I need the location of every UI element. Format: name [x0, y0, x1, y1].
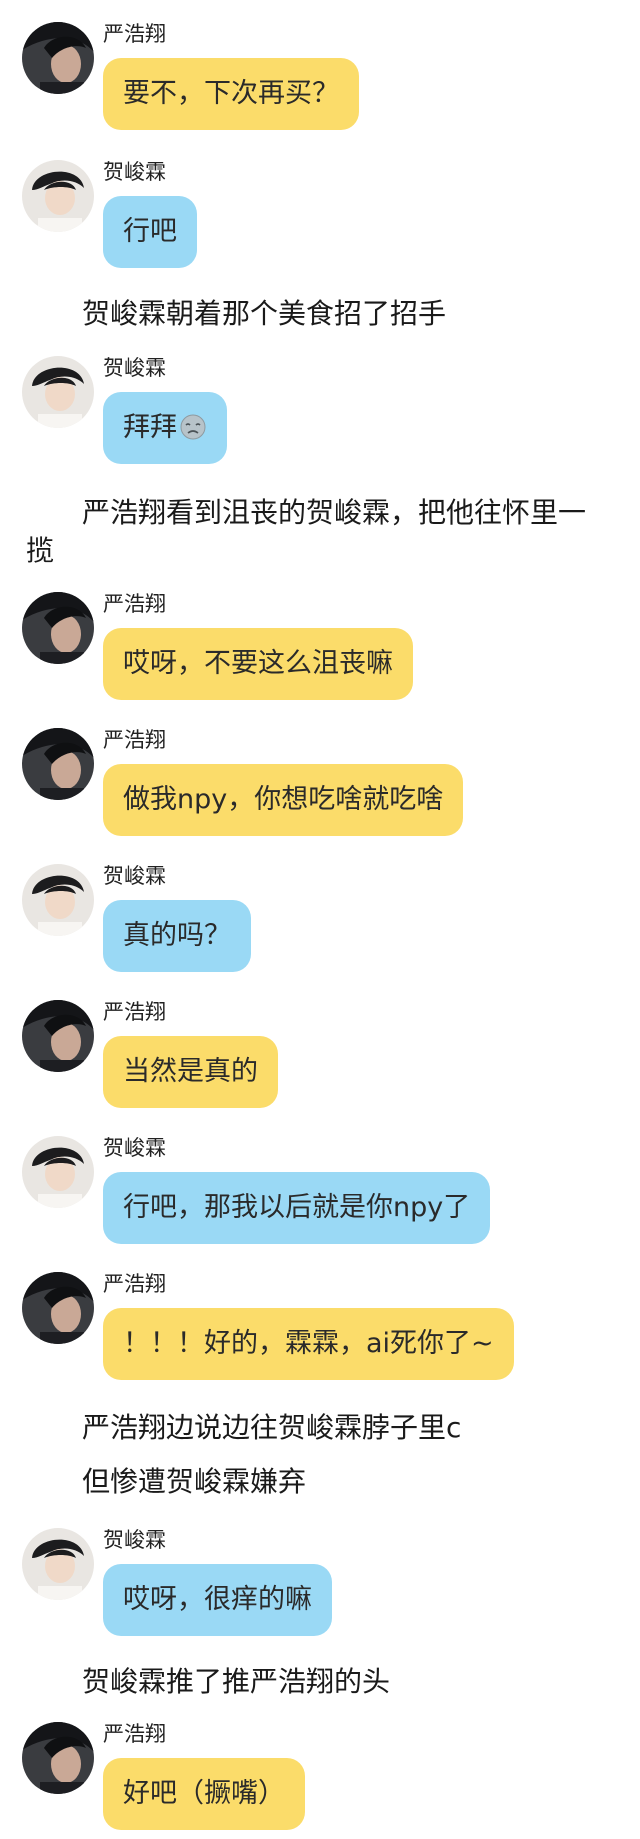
message-bubble[interactable]: 行吧，那我以后就是你npy了: [103, 1172, 491, 1244]
yan-avatar-icon[interactable]: [22, 592, 94, 664]
yan-avatar-icon[interactable]: [22, 1722, 94, 1794]
narration-text: 贺峻霖朝着那个美食招了招手: [82, 297, 447, 330]
yan-avatar-icon[interactable]: [22, 1000, 94, 1072]
narration-line: 严浩翔看到沮丧的贺峻霖，把他往怀里一: [82, 496, 587, 529]
message-bubble[interactable]: 拜拜: [103, 392, 227, 464]
sender-name: 贺峻霖: [103, 1136, 166, 1160]
sender-name: 贺峻霖: [103, 1528, 166, 1552]
narration-text: 但惨遭贺峻霖嫌弃: [82, 1465, 307, 1498]
yan-avatar-icon[interactable]: [22, 728, 94, 800]
message-bubble[interactable]: 哎呀，不要这么沮丧嘛: [103, 628, 413, 700]
narration-line: 揽: [26, 534, 55, 567]
sender-name: 严浩翔: [103, 1272, 166, 1296]
sender-name: 严浩翔: [103, 1000, 166, 1024]
message-bubble[interactable]: 真的吗？: [103, 900, 251, 972]
he-avatar-icon[interactable]: [22, 1528, 94, 1600]
message-bubble[interactable]: 好吧（撅嘴）: [103, 1758, 305, 1830]
sender-name: 严浩翔: [103, 1722, 166, 1746]
sender-name: 贺峻霖: [103, 160, 166, 184]
message-bubble[interactable]: ！！！好的，霖霖，ai死你了~: [103, 1308, 514, 1380]
sender-name: 严浩翔: [103, 592, 166, 616]
message-bubble[interactable]: 做我npy，你想吃啥就吃啥: [103, 764, 464, 836]
sender-name: 贺峻霖: [103, 356, 166, 380]
yan-avatar-icon[interactable]: [22, 22, 94, 94]
he-avatar-icon[interactable]: [22, 864, 94, 936]
chat-log[interactable]: 严浩翔 要不，下次再买？ 贺峻霖 行吧 贺峻霖朝着那个美食招了招手 贺峻霖 拜拜…: [0, 0, 640, 1839]
sender-name: 严浩翔: [103, 728, 166, 752]
sender-name: 贺峻霖: [103, 864, 166, 888]
sad-face-icon: [179, 397, 207, 440]
he-avatar-icon[interactable]: [22, 1136, 94, 1208]
message-bubble[interactable]: 当然是真的: [103, 1036, 278, 1108]
he-avatar-icon[interactable]: [22, 356, 94, 428]
yan-avatar-icon[interactable]: [22, 1272, 94, 1344]
narration-text: 严浩翔看到沮丧的贺峻霖，把他往怀里一 揽: [26, 494, 626, 570]
he-avatar-icon[interactable]: [22, 160, 94, 232]
sender-name: 严浩翔: [103, 22, 166, 46]
message-bubble[interactable]: 行吧: [103, 196, 197, 268]
message-bubble[interactable]: 哎呀，很痒的嘛: [103, 1564, 332, 1636]
message-text: 拜拜: [123, 412, 177, 443]
message-bubble[interactable]: 要不，下次再买？: [103, 58, 359, 130]
narration-text: 贺峻霖推了推严浩翔的头: [82, 1665, 391, 1698]
narration-text: 严浩翔边说边往贺峻霖脖子里c: [82, 1411, 462, 1444]
